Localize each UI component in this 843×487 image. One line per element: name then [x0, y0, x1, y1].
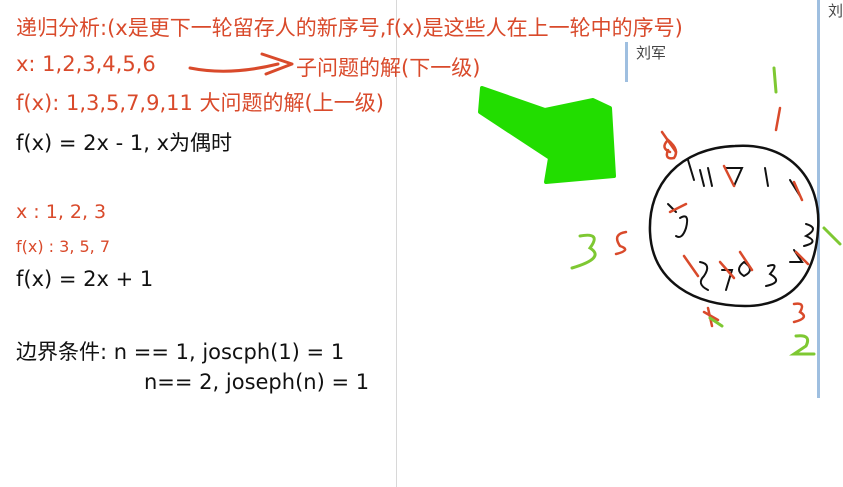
- josephus-circle: [648, 144, 820, 308]
- handwritten-sketch-layer: [188, 52, 842, 356]
- circle-red-marks: [614, 106, 810, 328]
- circle-black-marks: [667, 159, 814, 291]
- green-arrow-icon: [478, 86, 616, 184]
- red-arrow-stroke: [188, 62, 280, 73]
